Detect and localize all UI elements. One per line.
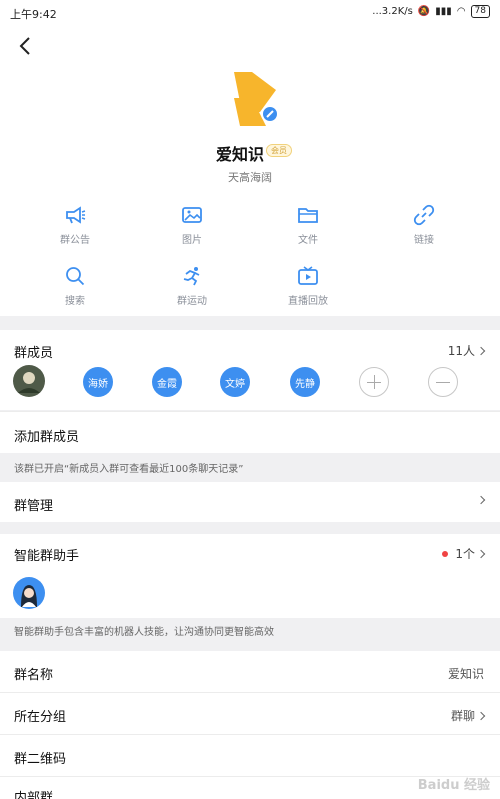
manage-label: 群管理 (14, 499, 54, 514)
func-label: 群公告 (60, 235, 90, 246)
func-images[interactable]: 图片 (152, 204, 232, 246)
megaphone-icon (66, 206, 86, 224)
func-announcement[interactable]: 群公告 (35, 204, 115, 246)
add-member-row[interactable]: 添加群成员 (0, 412, 500, 453)
func-label: 直播回放 (288, 296, 328, 307)
battery-icon: 78 (470, 5, 490, 18)
manage-row[interactable]: 群管理 (0, 482, 500, 522)
func-sports[interactable]: 群运动 (152, 265, 232, 307)
history-note: 该群已开启“新成员入群可查看最近100条聊天记录” (14, 464, 244, 475)
group-subtitle: 天高海阔 (228, 171, 272, 184)
members-count[interactable]: 11人 (447, 342, 486, 359)
func-files[interactable]: 文件 (268, 204, 348, 246)
assistant-section[interactable]: 智能群助手 1个 (0, 534, 500, 618)
chevron-right-icon (476, 346, 486, 355)
info-label: 群二维码 (14, 752, 67, 767)
mute-icon: 🔕 (417, 6, 431, 17)
assistant-avatar[interactable] (13, 577, 45, 609)
member-avatar[interactable]: 文婷 (220, 367, 250, 397)
assistant-count[interactable]: 1个 (442, 545, 486, 562)
members-title: 群成员 (14, 346, 54, 361)
manage-chevron (476, 495, 486, 505)
func-label: 搜索 (65, 296, 85, 307)
back-arrow-icon[interactable] (14, 34, 38, 58)
assistant-title: 智能群助手 (14, 549, 80, 564)
assistant-count-text: 1个 (455, 547, 475, 561)
network-speed: ...3.2K/s (372, 6, 413, 17)
member-avatar[interactable]: 金霞 (152, 367, 182, 397)
status-time: 上午9:42 (10, 8, 57, 21)
members-section[interactable]: 群成员 11人 海娇 金霞 文婷 先静 (0, 330, 500, 410)
status-icons: ...3.2K/s 🔕 ▮▮▮ ◠ 78 (372, 5, 490, 18)
info-value: 爱知识 (447, 667, 484, 681)
watermark: Baidu 经验 (417, 778, 490, 793)
chevron-right-icon (476, 549, 486, 558)
member-avatar[interactable]: 先静 (290, 367, 320, 397)
func-label: 图片 (182, 235, 202, 246)
chevron-right-icon (476, 711, 486, 720)
search-icon (66, 267, 85, 286)
info-value-wrap: 群聊 (450, 707, 486, 724)
tv-play-icon (298, 266, 318, 285)
func-label: 群运动 (177, 296, 207, 307)
add-member-button[interactable] (359, 367, 389, 397)
group-category-row[interactable]: 所在分组 群聊 (0, 693, 500, 734)
group-avatar[interactable] (230, 68, 280, 148)
func-label: 链接 (414, 235, 434, 246)
member-avatar[interactable]: 海娇 (83, 367, 113, 397)
assistant-note: 智能群助手包含丰富的机器人技能，让沟通协同更智能高效 (14, 627, 274, 638)
info-label: 内部群 (14, 791, 54, 799)
running-icon (183, 267, 200, 286)
member-badge: 会员 (266, 144, 292, 157)
func-search[interactable]: 搜索 (35, 265, 115, 307)
func-label: 文件 (298, 235, 318, 246)
status-bar: 上午9:42 ...3.2K/s 🔕 ▮▮▮ ◠ 78 (0, 0, 500, 24)
chevron-right-icon (476, 495, 486, 505)
qr-code-row[interactable]: 群二维码 (0, 735, 500, 776)
folder-icon (298, 208, 318, 223)
link-icon (413, 204, 435, 226)
group-name: 爱知识 (216, 145, 265, 164)
members-count-text: 11人 (447, 344, 475, 358)
image-icon (182, 207, 202, 223)
wifi-icon: ◠ (456, 6, 466, 17)
signal-icon: ▮▮▮ (435, 6, 452, 17)
unread-dot (442, 550, 449, 557)
info-label: 群名称 (14, 668, 54, 683)
info-value: 群聊 (450, 709, 475, 723)
group-name-row[interactable]: 群名称 爱知识 (0, 651, 500, 692)
group-header: 爱知识 会员 天高海阔 群公告 图片 文件 链接 搜索 群运动 直播回放 (0, 24, 500, 316)
remove-member-button[interactable] (428, 367, 458, 397)
add-member-label: 添加群成员 (14, 430, 80, 445)
func-live-replay[interactable]: 直播回放 (268, 265, 348, 307)
member-avatar-photo[interactable] (13, 365, 45, 397)
func-links[interactable]: 链接 (384, 204, 464, 246)
info-label: 所在分组 (14, 710, 67, 725)
